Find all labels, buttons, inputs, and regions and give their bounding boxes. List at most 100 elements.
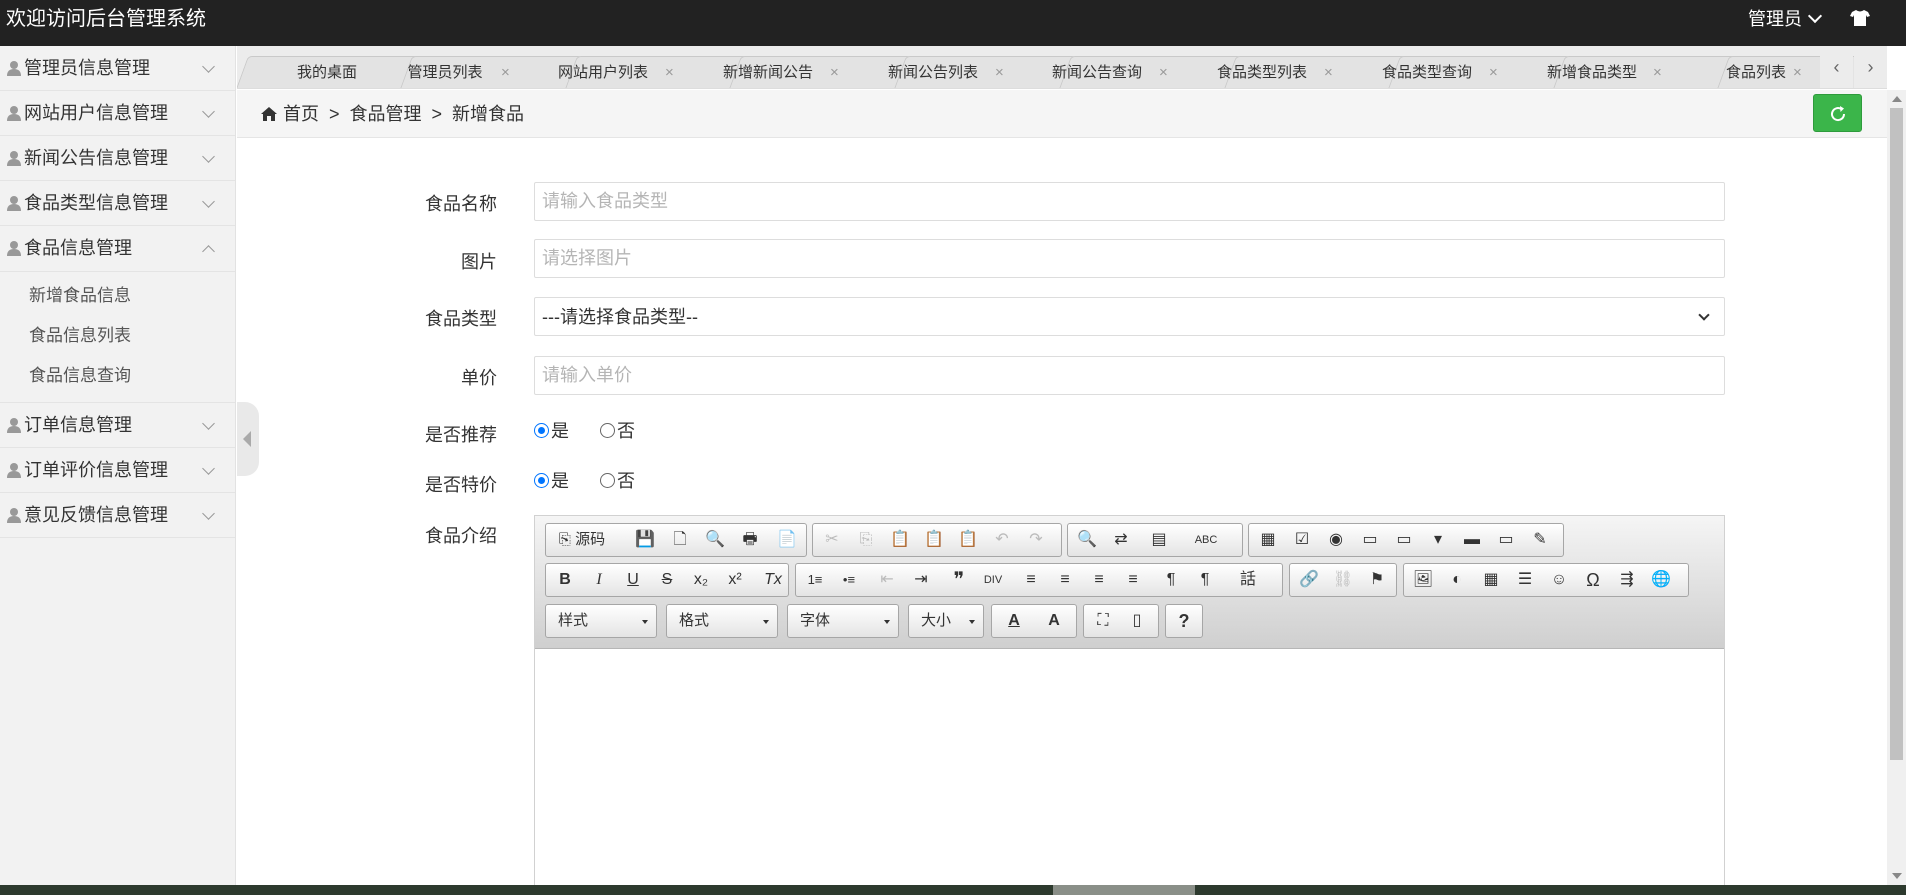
close-icon[interactable]: × bbox=[665, 56, 674, 88]
food-type-select[interactable]: ---请选择食品类型-- bbox=[534, 297, 1725, 336]
special-yes-option[interactable]: 是 bbox=[534, 471, 569, 491]
table-icon[interactable]: ▦ bbox=[1474, 564, 1508, 596]
ltr-icon[interactable]: ¶ bbox=[1154, 564, 1188, 596]
sidebar-subitem-food-list[interactable]: 食品信息列表 bbox=[0, 316, 235, 356]
bulleted-list-icon[interactable]: •≡ bbox=[832, 564, 866, 596]
new-page-icon[interactable]: 🗋 bbox=[663, 524, 697, 556]
align-right-icon[interactable]: ≡ bbox=[1082, 564, 1116, 596]
form-icon[interactable]: ▦ bbox=[1251, 524, 1285, 556]
rtl-icon[interactable]: ¶ bbox=[1188, 564, 1222, 596]
maximize-icon[interactable]: ⛶ bbox=[1086, 605, 1120, 637]
breadcrumb-section[interactable]: 食品管理 bbox=[350, 104, 422, 124]
scroll-down-icon[interactable] bbox=[1892, 873, 1902, 879]
text-field-icon[interactable]: ▭ bbox=[1353, 524, 1387, 556]
select-all-icon[interactable]: ▤ bbox=[1142, 524, 1176, 556]
image-icon[interactable]: 🖼 bbox=[1406, 564, 1440, 596]
sidebar-subitem-add-food[interactable]: 新增食品信息 bbox=[0, 276, 235, 316]
radio-icon[interactable]: ◉ bbox=[1319, 524, 1353, 556]
editor-content-area[interactable] bbox=[535, 650, 1724, 894]
button-field-icon[interactable]: ▬ bbox=[1455, 524, 1489, 556]
paste-text-icon[interactable]: 📋 bbox=[917, 524, 951, 556]
radio-unchecked[interactable] bbox=[600, 423, 616, 438]
page-break-icon[interactable]: ⇶ bbox=[1610, 564, 1644, 596]
tab-scroll-left-icon[interactable]: ‹ bbox=[1820, 46, 1853, 88]
text-color-icon[interactable]: A bbox=[994, 605, 1034, 637]
cut-icon[interactable]: ✂ bbox=[815, 524, 849, 556]
help-icon[interactable]: ? bbox=[1167, 605, 1201, 637]
format-combo[interactable]: 格式 bbox=[666, 604, 778, 638]
sidebar-item-order-reviews[interactable]: 订单评价信息管理 bbox=[0, 448, 235, 493]
paste-icon[interactable]: 📋 bbox=[883, 524, 917, 556]
image-button-icon[interactable]: ▭ bbox=[1489, 524, 1523, 556]
undo-icon[interactable]: ↶ bbox=[985, 524, 1019, 556]
justify-icon[interactable]: ≡ bbox=[1116, 564, 1150, 596]
sidebar-item-site-users[interactable]: 网站用户信息管理 bbox=[0, 91, 235, 136]
close-icon[interactable]: × bbox=[830, 56, 839, 88]
link-icon[interactable]: 🔗 bbox=[1292, 564, 1326, 596]
close-icon[interactable]: × bbox=[1793, 56, 1802, 88]
special-char-icon[interactable]: Ω bbox=[1576, 564, 1610, 596]
price-input[interactable] bbox=[534, 356, 1725, 395]
textarea-icon[interactable]: ▭ bbox=[1387, 524, 1421, 556]
scroll-up-icon[interactable] bbox=[1892, 96, 1902, 102]
user-menu[interactable]: 管理员 bbox=[1748, 0, 1823, 38]
bold-icon[interactable]: B bbox=[548, 564, 582, 596]
find-icon[interactable]: 🔍 bbox=[1070, 524, 1104, 556]
numbered-list-icon[interactable]: 1≡ bbox=[798, 564, 832, 596]
subscript-icon[interactable]: x₂ bbox=[684, 564, 718, 596]
shirt-icon[interactable] bbox=[1850, 10, 1870, 26]
recommend-no-option[interactable]: 否 bbox=[600, 421, 635, 441]
indent-icon[interactable]: ⇥ bbox=[904, 564, 938, 596]
redo-icon[interactable]: ↷ bbox=[1019, 524, 1053, 556]
language-icon[interactable]: 話 bbox=[1226, 564, 1270, 596]
sidebar-item-feedback[interactable]: 意见反馈信息管理 bbox=[0, 493, 235, 538]
sidebar-item-orders[interactable]: 订单信息管理 bbox=[0, 403, 235, 448]
strikethrough-icon[interactable]: S bbox=[650, 564, 684, 596]
background-color-icon[interactable]: A bbox=[1034, 605, 1074, 637]
horizontal-rule-icon[interactable]: ☰ bbox=[1508, 564, 1542, 596]
align-left-icon[interactable]: ≡ bbox=[1014, 564, 1048, 596]
radio-checked[interactable] bbox=[534, 423, 549, 438]
sidebar-item-news[interactable]: 新闻公告信息管理 bbox=[0, 136, 235, 181]
underline-icon[interactable]: U bbox=[616, 564, 650, 596]
preview-icon[interactable]: 🔍 bbox=[698, 524, 732, 556]
close-icon[interactable]: × bbox=[995, 56, 1004, 88]
iframe-icon[interactable]: 🌐 bbox=[1644, 564, 1678, 596]
close-icon[interactable]: × bbox=[1489, 56, 1498, 88]
italic-icon[interactable]: I bbox=[582, 564, 616, 596]
replace-icon[interactable]: ⇄ bbox=[1104, 524, 1138, 556]
superscript-icon[interactable]: x² bbox=[718, 564, 752, 596]
radio-unchecked[interactable] bbox=[600, 473, 616, 488]
align-center-icon[interactable]: ≡ bbox=[1048, 564, 1082, 596]
font-combo[interactable]: 字体 bbox=[787, 604, 899, 638]
sidebar-item-admin[interactable]: 管理员信息管理 bbox=[0, 46, 235, 91]
style-combo[interactable]: 样式 bbox=[545, 604, 657, 638]
breadcrumb-home[interactable]: 首页 bbox=[283, 104, 319, 124]
copy-icon[interactable]: ⎘ bbox=[849, 524, 883, 556]
close-icon[interactable]: × bbox=[501, 56, 510, 88]
save-icon[interactable]: 💾 bbox=[628, 524, 662, 556]
spellcheck-icon[interactable]: ABC bbox=[1182, 524, 1230, 556]
hidden-field-icon[interactable]: ✎ bbox=[1523, 524, 1557, 556]
blockquote-icon[interactable]: ❞ bbox=[942, 564, 976, 596]
flash-icon[interactable]: ◐ bbox=[1440, 564, 1474, 596]
source-button[interactable]: ⎘ 源码 bbox=[546, 524, 618, 556]
div-container-icon[interactable]: DIV bbox=[976, 564, 1010, 596]
checkbox-icon[interactable]: ☑ bbox=[1285, 524, 1319, 556]
recommend-yes-option[interactable]: 是 bbox=[534, 421, 569, 441]
select-field-icon[interactable]: ▾ bbox=[1421, 524, 1455, 556]
sidebar-collapse-handle[interactable] bbox=[237, 402, 259, 476]
unlink-icon[interactable]: ⛓ bbox=[1326, 564, 1360, 596]
close-icon[interactable]: × bbox=[1159, 56, 1168, 88]
tab-scroll-right-icon[interactable]: › bbox=[1854, 46, 1887, 88]
remove-format-icon[interactable]: Tx bbox=[756, 564, 790, 596]
size-combo[interactable]: 大小 bbox=[908, 604, 984, 638]
templates-icon[interactable]: 📄 bbox=[770, 524, 804, 556]
sidebar-item-food[interactable]: 食品信息管理 bbox=[0, 226, 235, 271]
radio-checked[interactable] bbox=[534, 473, 549, 488]
refresh-button[interactable] bbox=[1813, 94, 1862, 132]
scrollbar-thumb[interactable] bbox=[1890, 108, 1903, 760]
food-name-input[interactable] bbox=[534, 182, 1725, 221]
sidebar-subitem-food-query[interactable]: 食品信息查询 bbox=[0, 356, 235, 396]
image-input[interactable] bbox=[534, 239, 1725, 278]
